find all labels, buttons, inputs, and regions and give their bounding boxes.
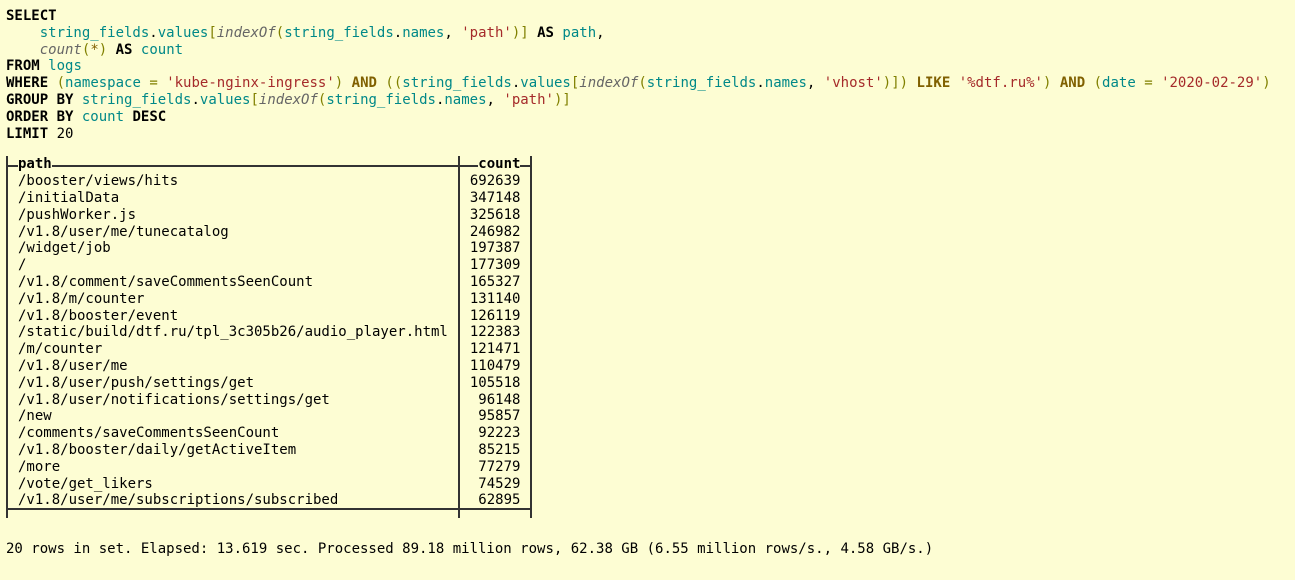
cell-count: 325618 xyxy=(459,207,532,224)
query-stats: 20 rows in set. Elapsed: 13.619 sec. Pro… xyxy=(6,541,1289,558)
cell-path: /v1.8/booster/daily/getActiveItem xyxy=(7,442,459,459)
table-row: /pushWorker.js325618 xyxy=(7,207,531,224)
table-row: /v1.8/user/push/settings/get105518 xyxy=(7,375,531,392)
cell-path: /v1.8/user/notifications/settings/get xyxy=(7,392,459,409)
col-path-header: path xyxy=(7,156,459,173)
cell-count: 121471 xyxy=(459,341,532,358)
cell-count: 165327 xyxy=(459,274,532,291)
cell-path: /m/counter xyxy=(7,341,459,358)
cell-count: 197387 xyxy=(459,240,532,257)
cell-count: 85215 xyxy=(459,442,532,459)
table-row: /v1.8/booster/event126119 xyxy=(7,308,531,325)
cell-path: /pushWorker.js xyxy=(7,207,459,224)
cell-count: 246982 xyxy=(459,224,532,241)
table-row: /v1.8/user/me/tunecatalog246982 xyxy=(7,224,531,241)
table-row: /initialData347148 xyxy=(7,190,531,207)
table-row: /v1.8/m/counter131140 xyxy=(7,291,531,308)
cell-path: /v1.8/user/push/settings/get xyxy=(7,375,459,392)
cell-path: / xyxy=(7,257,459,274)
cell-count: 96148 xyxy=(459,392,532,409)
cell-count: 347148 xyxy=(459,190,532,207)
cell-path: /initialData xyxy=(7,190,459,207)
cell-path: /v1.8/comment/saveCommentsSeenCount xyxy=(7,274,459,291)
cell-count: 95857 xyxy=(459,408,532,425)
table-row: /m/counter121471 xyxy=(7,341,531,358)
cell-count: 131140 xyxy=(459,291,532,308)
table-row: /v1.8/user/me110479 xyxy=(7,358,531,375)
cell-path: /static/build/dtf.ru/tpl_3c305b26/audio_… xyxy=(7,324,459,341)
cell-path: /v1.8/user/me/subscriptions/subscribed xyxy=(7,492,459,509)
results-table-wrap: path count /booster/views/hits692639/ini… xyxy=(6,156,532,518)
sql-query: SELECT string_fields.values[indexOf(stri… xyxy=(6,8,1289,142)
table-row: /177309 xyxy=(7,257,531,274)
table-row: /widget/job197387 xyxy=(7,240,531,257)
cell-count: 126119 xyxy=(459,308,532,325)
cell-path: /more xyxy=(7,459,459,476)
cell-path: /widget/job xyxy=(7,240,459,257)
cell-count: 177309 xyxy=(459,257,532,274)
cell-count: 77279 xyxy=(459,459,532,476)
cell-path: /booster/views/hits xyxy=(7,173,459,190)
cell-count: 74529 xyxy=(459,476,532,493)
results-table: path count /booster/views/hits692639/ini… xyxy=(6,156,532,518)
cell-count: 692639 xyxy=(459,173,532,190)
table-row: /v1.8/comment/saveCommentsSeenCount16532… xyxy=(7,274,531,291)
table-row: /booster/views/hits692639 xyxy=(7,173,531,190)
cell-count: 105518 xyxy=(459,375,532,392)
cell-path: /new xyxy=(7,408,459,425)
cell-path: /v1.8/user/me/tunecatalog xyxy=(7,224,459,241)
cell-path: /v1.8/user/me xyxy=(7,358,459,375)
col-count-header: count xyxy=(459,156,532,173)
cell-count: 122383 xyxy=(459,324,532,341)
cell-path: /v1.8/m/counter xyxy=(7,291,459,308)
cell-count: 110479 xyxy=(459,358,532,375)
cell-count: 62895 xyxy=(459,492,532,509)
cell-path: /vote/get_likers xyxy=(7,476,459,493)
table-row: /v1.8/booster/daily/getActiveItem85215 xyxy=(7,442,531,459)
cell-count: 92223 xyxy=(459,425,532,442)
cell-path: /comments/saveCommentsSeenCount xyxy=(7,425,459,442)
table-row: /v1.8/user/me/subscriptions/subscribed62… xyxy=(7,492,531,509)
table-row: /v1.8/user/notifications/settings/get961… xyxy=(7,392,531,409)
table-row: /new95857 xyxy=(7,408,531,425)
cell-path: /v1.8/booster/event xyxy=(7,308,459,325)
table-row: /vote/get_likers74529 xyxy=(7,476,531,493)
table-row: /static/build/dtf.ru/tpl_3c305b26/audio_… xyxy=(7,324,531,341)
table-row: /more77279 xyxy=(7,459,531,476)
table-row: /comments/saveCommentsSeenCount92223 xyxy=(7,425,531,442)
